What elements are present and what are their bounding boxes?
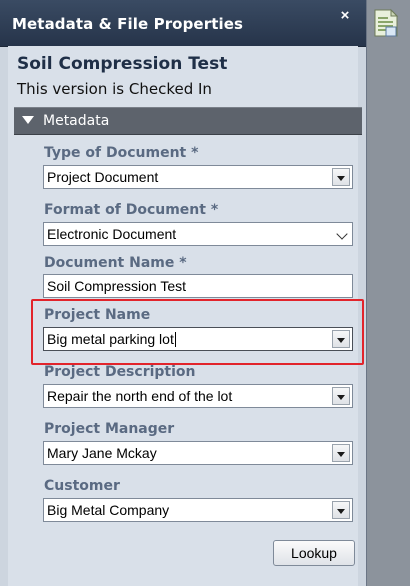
- highlight-box: [31, 299, 364, 365]
- type-of-document-label: Type of Document *: [44, 145, 199, 161]
- project-description-value: Repair the north end of the lot: [47, 388, 233, 404]
- close-icon[interactable]: ×: [338, 8, 352, 23]
- document-name-value: Soil Compression Test: [47, 278, 187, 294]
- section-label: Metadata: [43, 113, 110, 129]
- dropdown-arrow-icon: [337, 452, 345, 457]
- type-of-document-value: Project Document: [47, 169, 159, 185]
- customer-value: Big Metal Company: [47, 502, 170, 518]
- customer-select[interactable]: Big Metal Company: [43, 498, 353, 522]
- document-icon[interactable]: [372, 8, 400, 38]
- lookup-button[interactable]: Lookup: [273, 540, 355, 566]
- triangle-down-icon[interactable]: [22, 116, 34, 124]
- dropdown-button[interactable]: [332, 168, 350, 186]
- chevron-down-icon: [336, 228, 348, 240]
- side-strip: [367, 0, 410, 586]
- dropdown-button[interactable]: [332, 444, 350, 462]
- customer-label: Customer: [44, 478, 120, 494]
- project-description-select[interactable]: Repair the north end of the lot: [43, 384, 353, 408]
- document-status: This version is Checked In: [17, 80, 212, 98]
- project-description-label: Project Description: [44, 364, 196, 380]
- format-of-document-label: Format of Document *: [44, 202, 219, 218]
- project-manager-select[interactable]: Mary Jane Mckay: [43, 441, 353, 465]
- document-name-label: Document Name *: [44, 255, 187, 271]
- project-manager-label: Project Manager: [44, 421, 175, 437]
- window-title: Metadata & File Properties: [12, 15, 244, 33]
- type-of-document-select[interactable]: Project Document: [43, 165, 353, 189]
- dropdown-arrow-icon: [337, 176, 345, 181]
- title-bar: Metadata & File Properties ×: [0, 0, 366, 47]
- document-title: Soil Compression Test: [17, 54, 228, 74]
- dropdown-button[interactable]: [332, 501, 350, 519]
- document-name-input[interactable]: Soil Compression Test: [43, 274, 353, 298]
- project-manager-value: Mary Jane Mckay: [47, 445, 157, 461]
- format-of-document-select[interactable]: Electronic Document: [43, 222, 353, 246]
- dropdown-arrow-icon: [337, 395, 345, 400]
- dropdown-arrow-icon: [337, 509, 345, 514]
- format-of-document-value: Electronic Document: [47, 226, 177, 242]
- metadata-section-header[interactable]: Metadata: [14, 107, 362, 135]
- dropdown-button[interactable]: [332, 387, 350, 405]
